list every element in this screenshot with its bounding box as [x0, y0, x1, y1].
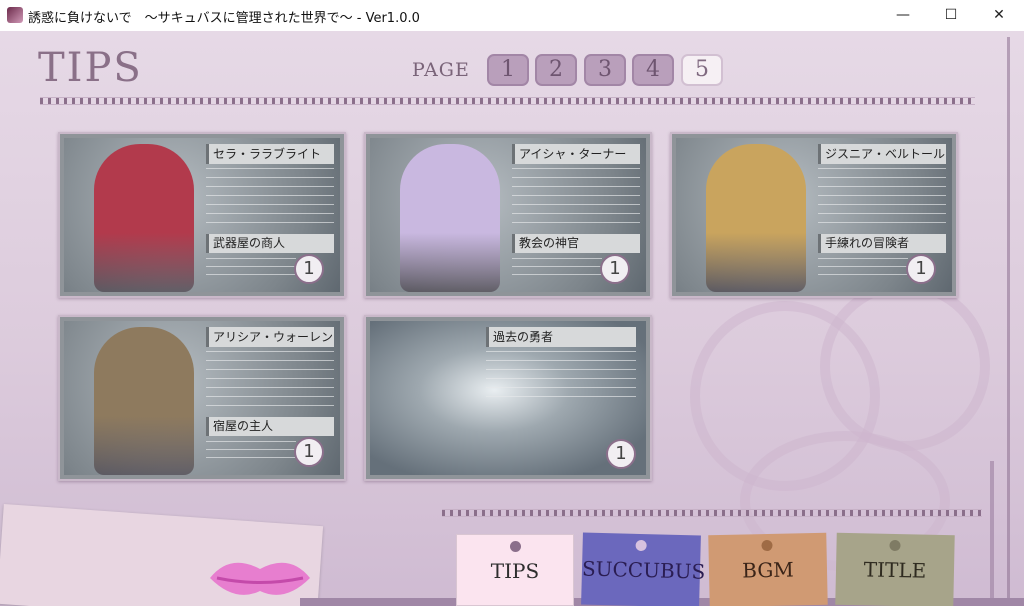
app-icon — [7, 7, 23, 23]
tip-card[interactable]: ジスニア・ベルトール 手練れの冒険者 1 — [670, 132, 958, 298]
character-role: 武器屋の商人 — [206, 234, 334, 253]
character-name: アリシア・ウォーレン — [206, 327, 334, 347]
tab-title[interactable]: TITLE — [835, 532, 955, 606]
page-button-4[interactable]: 4 — [632, 54, 674, 86]
pin-icon — [889, 539, 901, 552]
tab-tips[interactable]: TIPS — [456, 534, 574, 606]
tab-label: TIPS — [490, 559, 540, 583]
pin-icon — [510, 541, 521, 552]
page-label: PAGE — [412, 59, 470, 81]
character-portrait — [94, 327, 194, 475]
frame-border — [1007, 37, 1010, 598]
window-titlebar: 誘惑に負けないで ～サキュバスに管理された世界で～ - Ver1.0.0 — ☐… — [0, 0, 1024, 32]
role-detail-lines — [512, 258, 602, 282]
page-button-5[interactable]: 5 — [681, 54, 723, 86]
count-badge: 1 — [600, 254, 630, 284]
close-button[interactable]: ✕ — [976, 0, 1022, 31]
game-canvas: TIPS PAGE 1 2 3 4 5 セラ・ララブライト 武器屋の商人 1 ア… — [0, 31, 1024, 606]
description-lines — [206, 351, 334, 411]
description-lines — [486, 351, 636, 403]
tab-label: TITLE — [863, 557, 927, 583]
character-name: セラ・ララブライト — [206, 144, 334, 164]
count-badge: 1 — [906, 254, 936, 284]
decorative-swirl — [820, 281, 990, 451]
count-badge: 1 — [294, 254, 324, 284]
ornamental-divider — [442, 509, 982, 517]
tip-title: 過去の勇者 — [486, 327, 636, 347]
description-lines — [818, 168, 946, 228]
frame-border — [990, 461, 994, 601]
description-lines — [206, 168, 334, 228]
pin-icon — [635, 539, 647, 552]
ornamental-divider — [40, 97, 975, 105]
role-detail-lines — [206, 258, 296, 282]
page-button-1[interactable]: 1 — [487, 54, 529, 86]
page-title: TIPS — [38, 45, 143, 91]
tip-card[interactable]: アイシャ・ターナー 教会の神官 1 — [364, 132, 652, 298]
page-button-3[interactable]: 3 — [584, 54, 626, 86]
character-portrait — [94, 144, 194, 292]
role-detail-lines — [818, 258, 908, 282]
tab-label: SUCCUBUS — [581, 556, 706, 584]
character-role: 教会の神官 — [512, 234, 640, 253]
window-title: 誘惑に負けないで ～サキュバスに管理された世界で～ - Ver1.0.0 — [28, 11, 420, 26]
pin-icon — [761, 539, 773, 552]
character-name: アイシャ・ターナー — [512, 144, 640, 164]
count-badge: 1 — [606, 439, 636, 469]
character-portrait — [400, 144, 500, 292]
character-role: 宿屋の主人 — [206, 417, 334, 436]
tip-card[interactable]: 過去の勇者 1 — [364, 315, 652, 481]
tab-succubus[interactable]: SUCCUBUS — [581, 532, 706, 606]
role-detail-lines — [206, 441, 296, 465]
page-button-2[interactable]: 2 — [535, 54, 577, 86]
tip-card[interactable]: セラ・ララブライト 武器屋の商人 1 — [58, 132, 346, 298]
maximize-button[interactable]: ☐ — [928, 0, 974, 31]
tab-label: BGM — [741, 557, 795, 583]
minimize-button[interactable]: — — [880, 0, 926, 31]
character-name: ジスニア・ベルトール — [818, 144, 946, 164]
lips-icon — [210, 562, 310, 595]
character-role: 手練れの冒険者 — [818, 234, 946, 253]
description-lines — [512, 168, 640, 228]
character-portrait — [706, 144, 806, 292]
count-badge: 1 — [294, 437, 324, 467]
tip-card[interactable]: アリシア・ウォーレン 宿屋の主人 1 — [58, 315, 346, 481]
tab-bgm[interactable]: BGM — [708, 532, 828, 606]
